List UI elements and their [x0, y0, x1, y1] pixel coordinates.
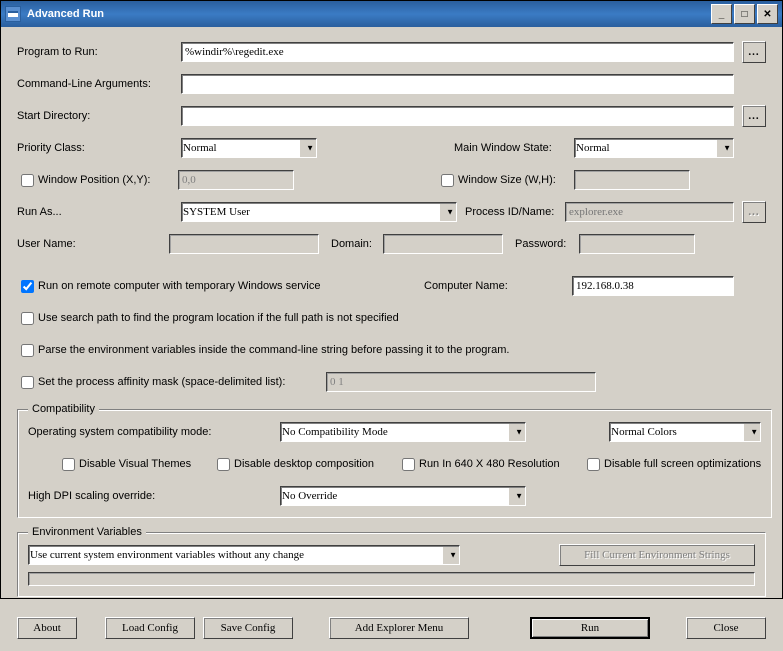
- mainwin-select[interactable]: Normal: [574, 138, 734, 158]
- priority-label: Priority Class:: [17, 142, 181, 154]
- hidpi-select[interactable]: No Override: [280, 486, 526, 506]
- domain-label: Domain:: [331, 238, 383, 250]
- affinity-input: [326, 372, 596, 392]
- winpos-input: [178, 170, 294, 190]
- cmdline-label: Command-Line Arguments:: [17, 78, 181, 90]
- program-input[interactable]: [181, 42, 734, 62]
- compname-label: Computer Name:: [424, 280, 572, 292]
- affinity-checkbox[interactable]: [21, 376, 34, 389]
- username-label: User Name:: [17, 238, 169, 250]
- oscompat-label: Operating system compatibility mode:: [28, 426, 280, 438]
- hidpi-label: High DPI scaling override:: [28, 490, 280, 502]
- envvars-legend: Environment Variables: [28, 526, 146, 538]
- window-title: Advanced Run: [27, 8, 711, 20]
- password-input: [579, 234, 695, 254]
- close-button[interactable]: Close: [686, 617, 766, 639]
- cmdline-input[interactable]: [181, 74, 734, 94]
- procid-browse-button: ...: [742, 201, 766, 223]
- disfull-label: Disable full screen optimizations: [604, 458, 761, 470]
- remote-checkbox[interactable]: [21, 280, 34, 293]
- winsize-input: [574, 170, 690, 190]
- searchpath-checkbox[interactable]: [21, 312, 34, 325]
- username-input: [169, 234, 319, 254]
- app-icon: [5, 6, 21, 22]
- mainwin-label: Main Window State:: [454, 142, 574, 154]
- affinity-label: Set the process affinity mask (space-del…: [38, 376, 326, 388]
- winsize-label: Window Size (W,H):: [458, 174, 574, 186]
- run-button[interactable]: Run: [530, 617, 650, 639]
- winsize-checkbox[interactable]: [441, 174, 454, 187]
- about-button[interactable]: About: [17, 617, 77, 639]
- procid-label: Process ID/Name:: [465, 206, 565, 218]
- searchpath-label: Use search path to find the program loca…: [38, 312, 399, 324]
- disfull-checkbox[interactable]: [587, 458, 600, 471]
- minimize-button[interactable]: _: [711, 4, 732, 24]
- priority-select[interactable]: Normal: [181, 138, 317, 158]
- disvis-checkbox[interactable]: [62, 458, 75, 471]
- fillenv-button: Fill Current Environment Strings: [559, 544, 755, 566]
- load-config-button[interactable]: Load Config: [105, 617, 195, 639]
- startdir-browse-button[interactable]: ...: [742, 105, 766, 127]
- program-label: Program to Run:: [17, 46, 181, 58]
- winpos-checkbox[interactable]: [21, 174, 34, 187]
- remote-label: Run on remote computer with temporary Wi…: [38, 280, 320, 292]
- envvars-group: Environment Variables Use current system…: [17, 526, 766, 597]
- envvars-textarea: [28, 572, 755, 586]
- title-bar: Advanced Run _ □ ✕: [1, 1, 782, 27]
- disvis-label: Disable Visual Themes: [79, 458, 217, 470]
- domain-input: [383, 234, 503, 254]
- startdir-input[interactable]: [181, 106, 734, 126]
- runas-select[interactable]: SYSTEM User: [181, 202, 457, 222]
- startdir-label: Start Directory:: [17, 110, 181, 122]
- winpos-label: Window Position (X,Y):: [38, 174, 178, 186]
- compname-input[interactable]: [572, 276, 734, 296]
- compatibility-group: Compatibility Operating system compatibi…: [17, 403, 772, 518]
- compatibility-legend: Compatibility: [28, 403, 99, 415]
- parseenv-checkbox[interactable]: [21, 344, 34, 357]
- parseenv-label: Parse the environment variables inside t…: [38, 344, 509, 356]
- run640-checkbox[interactable]: [402, 458, 415, 471]
- procid-input: [565, 202, 734, 222]
- close-window-button[interactable]: ✕: [757, 4, 778, 24]
- save-config-button[interactable]: Save Config: [203, 617, 293, 639]
- password-label: Password:: [515, 238, 579, 250]
- program-browse-button[interactable]: ...: [742, 41, 766, 63]
- runas-label: Run As...: [17, 206, 181, 218]
- disdesk-checkbox[interactable]: [217, 458, 230, 471]
- disdesk-label: Disable desktop composition: [234, 458, 402, 470]
- colors-select[interactable]: Normal Colors: [609, 422, 761, 442]
- maximize-button[interactable]: □: [734, 4, 755, 24]
- envmode-select[interactable]: Use current system environment variables…: [28, 545, 460, 565]
- add-explorer-menu-button[interactable]: Add Explorer Menu: [329, 617, 469, 639]
- run640-label: Run In 640 X 480 Resolution: [419, 458, 587, 470]
- oscompat-select[interactable]: No Compatibility Mode: [280, 422, 526, 442]
